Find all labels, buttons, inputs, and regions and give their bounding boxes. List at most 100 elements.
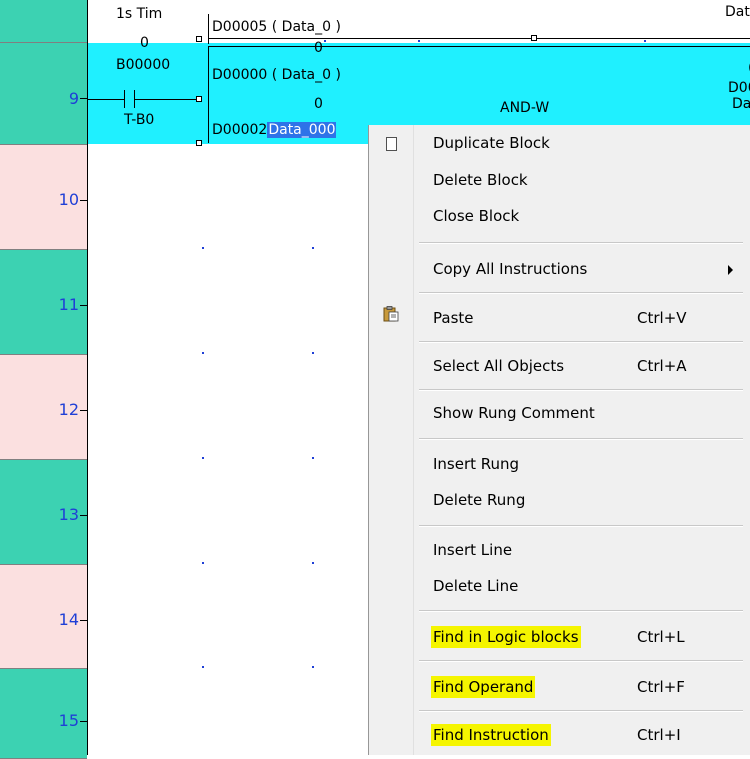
menu-item-label: Close Block	[433, 207, 520, 225]
menu-item-label: Insert Line	[433, 541, 513, 559]
rung-number: 10	[58, 190, 79, 209]
menu-item-find-operand[interactable]: Find Operand Ctrl+F	[369, 669, 750, 705]
top-connector	[196, 36, 202, 42]
menu-item-show-rung-comment[interactable]: Show Rung Comment	[369, 395, 750, 431]
contact-value: 0	[140, 35, 149, 51]
menu-item-shortcut: Ctrl+L	[637, 628, 685, 646]
rung-header-top	[0, 0, 87, 43]
rung-stub	[80, 305, 87, 306]
grid-dot	[312, 666, 314, 668]
grid-dot	[312, 352, 314, 354]
menu-item-delete-block[interactable]: Delete Block	[369, 163, 750, 197]
grid-dot	[202, 352, 204, 354]
menu-item-delete-line[interactable]: Delete Line	[369, 571, 750, 605]
grid-dot	[418, 40, 420, 42]
menu-item-label: Show Rung Comment	[433, 404, 595, 422]
paste-icon	[383, 306, 399, 322]
menu-separator	[419, 710, 743, 712]
operand-value-mid: 0	[314, 96, 323, 112]
right-partial-2: D00	[728, 80, 750, 96]
menu-item-label: Find in Logic blocks	[431, 626, 581, 648]
grid-dot	[312, 247, 314, 249]
menu-item-shortcut: Ctrl+A	[637, 357, 687, 375]
menu-separator	[419, 660, 743, 662]
operand-value-top: 0	[314, 40, 323, 56]
top-right-partial: Dat	[725, 4, 750, 20]
rung-stub	[80, 620, 87, 621]
rung-number: 12	[58, 400, 79, 419]
rung-number: 14	[58, 610, 79, 629]
menu-separator	[419, 525, 743, 527]
grid-dot	[312, 457, 314, 459]
menu-item-duplicate-block[interactable]: Duplicate Block	[369, 125, 750, 161]
operand-2[interactable]: D00002Data_000	[212, 122, 337, 138]
contact-address: B00000	[116, 57, 171, 73]
menu-separator	[419, 389, 743, 391]
context-menu[interactable]: Duplicate Block Delete Block Close Block…	[368, 125, 750, 755]
menu-item-shortcut: Ctrl+V	[637, 309, 687, 327]
menu-item-shortcut: Ctrl+F	[637, 678, 685, 696]
menu-item-label: Copy All Instructions	[433, 260, 588, 278]
menu-item-insert-line[interactable]: Insert Line	[369, 535, 750, 569]
right-partial-3: Da	[732, 96, 750, 112]
rung-row-15[interactable]: 15	[0, 669, 87, 759]
menu-item-copy-all-instructions[interactable]: Copy All Instructions	[369, 251, 750, 287]
menu-separator	[419, 610, 743, 612]
submenu-arrow-icon	[728, 265, 733, 275]
rung-number: 11	[58, 295, 79, 314]
menu-item-label: Paste	[433, 309, 474, 327]
menu-item-find-instruction[interactable]: Find Instruction Ctrl+I	[369, 719, 750, 755]
menu-item-label: Duplicate Block	[433, 134, 550, 152]
menu-item-find-in-logic-blocks[interactable]: Find in Logic blocks Ctrl+L	[369, 619, 750, 655]
menu-item-insert-rung[interactable]: Insert Rung	[369, 447, 750, 481]
menu-separator	[419, 242, 743, 244]
top-block-line	[208, 14, 209, 44]
instruction-name: AND-W	[500, 100, 550, 116]
no-contact-symbol[interactable]	[88, 90, 208, 110]
menu-separator	[419, 341, 743, 343]
top-operand: D00005 ( Data_0 )	[212, 19, 341, 35]
operand-1[interactable]: D00000 ( Data_0 )	[212, 67, 341, 83]
menu-item-close-block[interactable]: Close Block	[369, 199, 750, 233]
grid-dot	[202, 562, 204, 564]
menu-separator	[419, 292, 743, 294]
grid-dot	[202, 247, 204, 249]
rung-row-10[interactable]: 10	[0, 145, 87, 250]
rung-row-9[interactable]: 9	[0, 43, 87, 145]
menu-item-label: Select All Objects	[433, 357, 565, 375]
menu-item-select-all-objects[interactable]: Select All Objects Ctrl+A	[369, 347, 750, 383]
menu-item-shortcut: Ctrl+I	[637, 726, 681, 744]
menu-item-label: Delete Rung	[433, 491, 526, 509]
rung-stub	[80, 200, 87, 201]
rung-row-12[interactable]: 12	[0, 355, 87, 460]
rung-number: 9	[68, 89, 79, 108]
contact-label: T-B0	[124, 112, 155, 128]
menu-item-label: Find Instruction	[431, 724, 551, 746]
rung-row-13[interactable]: 13	[0, 460, 87, 565]
rung-number: 13	[58, 505, 79, 524]
grid-dot	[324, 40, 326, 42]
menu-item-paste[interactable]: Paste Ctrl+V	[369, 299, 750, 335]
menu-item-label: Delete Block	[433, 171, 528, 189]
grid-dot	[312, 562, 314, 564]
grid-dot	[202, 666, 204, 668]
grid-dot	[202, 457, 204, 459]
menu-item-delete-rung[interactable]: Delete Rung	[369, 483, 750, 517]
operand-2-address: D00002	[212, 122, 268, 138]
rung-stub	[80, 721, 87, 722]
top-wire	[208, 38, 750, 39]
rung-stub	[80, 410, 87, 411]
rung-number-rail: 9 10 11 12 13 14 15	[0, 0, 87, 759]
menu-separator	[419, 438, 743, 440]
operand-2-selected-name[interactable]: Data_000	[267, 122, 337, 138]
rung-row-14[interactable]: 14	[0, 565, 87, 669]
menu-item-label: Insert Rung	[433, 455, 520, 473]
rung-number: 15	[58, 711, 79, 730]
top-connector-2	[531, 35, 537, 41]
rung-stub	[80, 515, 87, 516]
grid-dot	[644, 40, 646, 42]
rung-row-11[interactable]: 11	[0, 250, 87, 355]
timer-label: 1s Tim	[116, 6, 163, 22]
block-bottom-connector	[196, 140, 202, 146]
menu-item-label: Find Operand	[431, 676, 536, 698]
